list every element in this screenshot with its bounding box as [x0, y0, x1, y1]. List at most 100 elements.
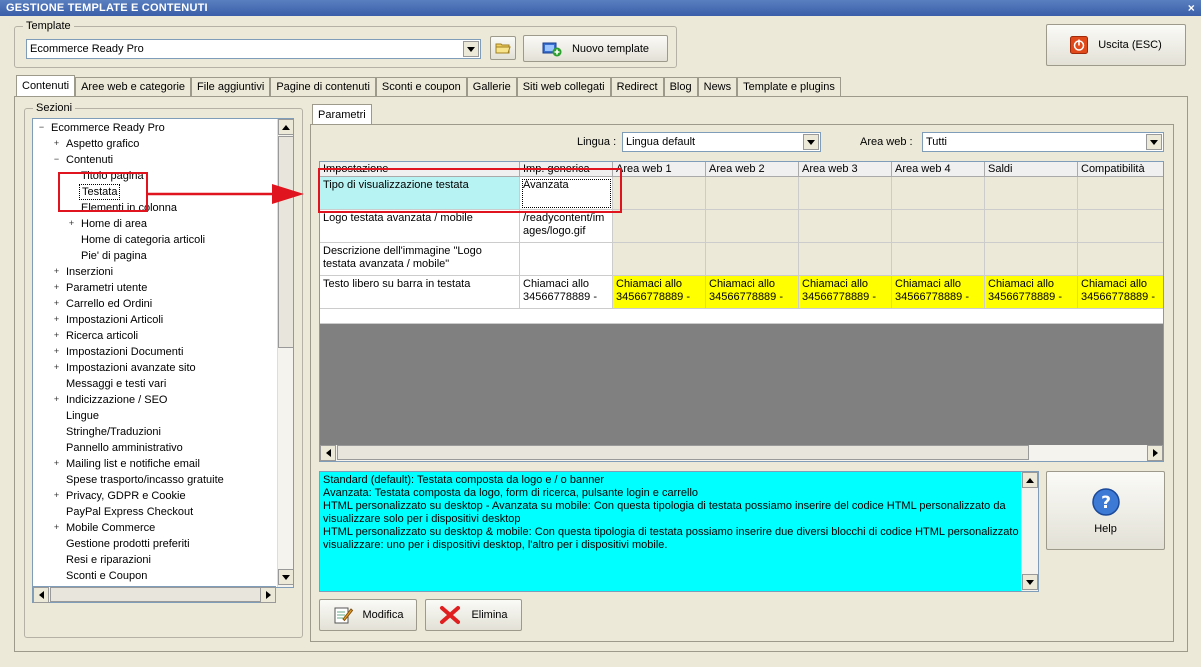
tree-item[interactable]: + Carrello ed Ordini	[33, 296, 276, 312]
grid-empty-row[interactable]	[320, 309, 1163, 324]
tree-item[interactable]: Pannello amministrativo	[33, 440, 276, 456]
chevron-down-icon[interactable]	[803, 134, 819, 150]
grid-cell-area[interactable]: Chiamaci allo 34566778889 -	[706, 276, 799, 309]
lingua-select[interactable]: Lingua default	[622, 132, 821, 152]
close-icon[interactable]: ×	[1188, 0, 1195, 16]
tab-blog[interactable]: Blog	[663, 77, 698, 97]
tree-item[interactable]: Gestione prodotti preferiti	[33, 536, 276, 552]
expand-icon[interactable]: +	[52, 347, 61, 356]
tree-item[interactable]: − Ecommerce Ready Pro	[33, 120, 276, 136]
col-header[interactable]: Saldi	[985, 162, 1078, 177]
open-folder-button[interactable]	[490, 36, 516, 60]
tree-item[interactable]: Sconti e Coupon	[33, 568, 276, 584]
grid-cell-area[interactable]	[706, 210, 799, 243]
help-button[interactable]: ? Help	[1046, 471, 1165, 550]
grid-cell-generic[interactable]	[520, 243, 613, 276]
expand-icon[interactable]: +	[52, 363, 61, 372]
tree-item[interactable]: − Contenuti	[33, 152, 276, 168]
chevron-down-icon[interactable]	[463, 41, 479, 57]
tree-item[interactable]: + Inserzioni	[33, 264, 276, 280]
expand-icon[interactable]: +	[52, 283, 61, 292]
tab-file-aggiuntivi[interactable]: File aggiuntivi	[191, 77, 271, 97]
expand-icon[interactable]: +	[52, 139, 61, 148]
expand-icon[interactable]: +	[52, 491, 61, 500]
grid-cell-area[interactable]	[706, 243, 799, 276]
exit-button[interactable]: Uscita (ESC)	[1046, 24, 1186, 66]
tab-gallerie[interactable]: Gallerie	[466, 77, 517, 97]
grid-cell-area[interactable]	[613, 243, 706, 276]
tree-item[interactable]: Pie' di pagina	[33, 248, 276, 264]
tab-parametri[interactable]: Parametri	[312, 104, 372, 125]
expand-icon[interactable]: +	[52, 459, 61, 468]
tree-item[interactable]: Resi e riparazioni	[33, 552, 276, 568]
col-header[interactable]: Area web 2	[706, 162, 799, 177]
grid-cell-area[interactable]	[1078, 243, 1163, 276]
grid-cell-setting[interactable]: Descrizione dell'immagine "Logo testata …	[320, 243, 520, 276]
tree-item[interactable]: Stringhe/Traduzioni	[33, 424, 276, 440]
grid-cell-area[interactable]	[613, 177, 706, 210]
grid-cell-generic[interactable]: Chiamaci allo 34566778889 -	[520, 276, 613, 309]
scroll-up-icon[interactable]	[1022, 472, 1038, 488]
grid-cell-setting[interactable]: Testo libero su barra in testata	[320, 276, 520, 309]
expand-icon[interactable]: +	[52, 299, 61, 308]
col-header[interactable]: Compatibilità	[1078, 162, 1163, 177]
scroll-down-icon[interactable]	[1022, 574, 1038, 590]
collapse-icon[interactable]: −	[52, 155, 61, 164]
tree-item[interactable]: + Ricerca articoli	[33, 328, 276, 344]
area-web-select[interactable]: Tutti	[922, 132, 1164, 152]
tree-item[interactable]: + Mailing list e notifiche email	[33, 456, 276, 472]
tree-item[interactable]: Home di categoria articoli	[33, 232, 276, 248]
tree-item[interactable]: + Mobile Commerce	[33, 520, 276, 536]
scroll-thumb[interactable]	[278, 136, 293, 348]
tab-siti-collegati[interactable]: Siti web collegati	[516, 77, 611, 97]
hscroll-thumb[interactable]	[50, 587, 262, 602]
col-header[interactable]: Area web 3	[799, 162, 892, 177]
grid-cell-area[interactable]	[706, 177, 799, 210]
expand-icon[interactable]: +	[52, 315, 61, 324]
scroll-up-icon[interactable]	[278, 119, 293, 135]
grid-cell-area[interactable]: Chiamaci allo 34566778889 -	[892, 276, 985, 309]
hscroll-thumb[interactable]	[337, 445, 1029, 460]
grid-cell-area[interactable]	[613, 210, 706, 243]
tree-item[interactable]: + Impostazioni avanzate sito	[33, 360, 276, 376]
tree-item[interactable]: + Aspetto grafico	[33, 136, 276, 152]
tree-item[interactable]: + Impostazioni Documenti	[33, 344, 276, 360]
chevron-down-icon[interactable]	[1146, 134, 1162, 150]
grid-cell-generic[interactable]: /readycontent/images/logo.gif	[520, 210, 613, 243]
tree-item[interactable]: + Indicizzazione / SEO	[33, 392, 276, 408]
tree-item[interactable]: + Home di area	[33, 216, 276, 232]
tab-template-plugins[interactable]: Template e plugins	[737, 77, 841, 97]
grid-horizontal-scrollbar[interactable]	[320, 445, 1163, 461]
expand-icon[interactable]: +	[52, 267, 61, 276]
tab-redirect[interactable]: Redirect	[610, 77, 664, 97]
grid-cell-area[interactable]	[1078, 210, 1163, 243]
grid-cell-setting[interactable]: Logo testata avanzata / mobile	[320, 210, 520, 243]
grid-cell-area[interactable]	[985, 210, 1078, 243]
tree-item[interactable]: Messaggi e testi vari	[33, 376, 276, 392]
grid-cell-area[interactable]	[985, 177, 1078, 210]
tab-aree-web[interactable]: Aree web e categorie	[75, 77, 192, 97]
grid-cell-area[interactable]	[892, 210, 985, 243]
grid-cell-area[interactable]	[799, 177, 892, 210]
scroll-down-icon[interactable]	[278, 569, 293, 585]
tree-item[interactable]: + Impostazioni Articoli	[33, 312, 276, 328]
tree-item[interactable]: PayPal Express Checkout	[33, 504, 276, 520]
col-header[interactable]: Area web 4	[892, 162, 985, 177]
grid-cell-area[interactable]: Chiamaci allo 34566778889 -	[613, 276, 706, 309]
scroll-left-icon[interactable]	[320, 445, 336, 461]
grid-cell-area[interactable]: Chiamaci allo 34566778889 -	[799, 276, 892, 309]
grid-cell-area[interactable]	[892, 243, 985, 276]
grid-cell-area[interactable]	[799, 243, 892, 276]
tree-horizontal-scrollbar[interactable]	[32, 586, 276, 603]
tree-item[interactable]: + Parametri utente	[33, 280, 276, 296]
tab-sconti-coupon[interactable]: Sconti e coupon	[375, 77, 467, 97]
delete-button[interactable]: Elimina	[425, 599, 522, 631]
tree-item[interactable]: + Privacy, GDPR e Cookie	[33, 488, 276, 504]
expand-icon[interactable]: +	[52, 395, 61, 404]
grid-cell-area[interactable]	[799, 210, 892, 243]
tab-contenuti[interactable]: Contenuti	[16, 75, 76, 97]
col-header[interactable]: Area web 1	[613, 162, 706, 177]
scroll-right-icon[interactable]	[260, 587, 276, 603]
edit-button[interactable]: Modifica	[319, 599, 417, 631]
template-select[interactable]: Ecommerce Ready Pro	[26, 39, 481, 59]
